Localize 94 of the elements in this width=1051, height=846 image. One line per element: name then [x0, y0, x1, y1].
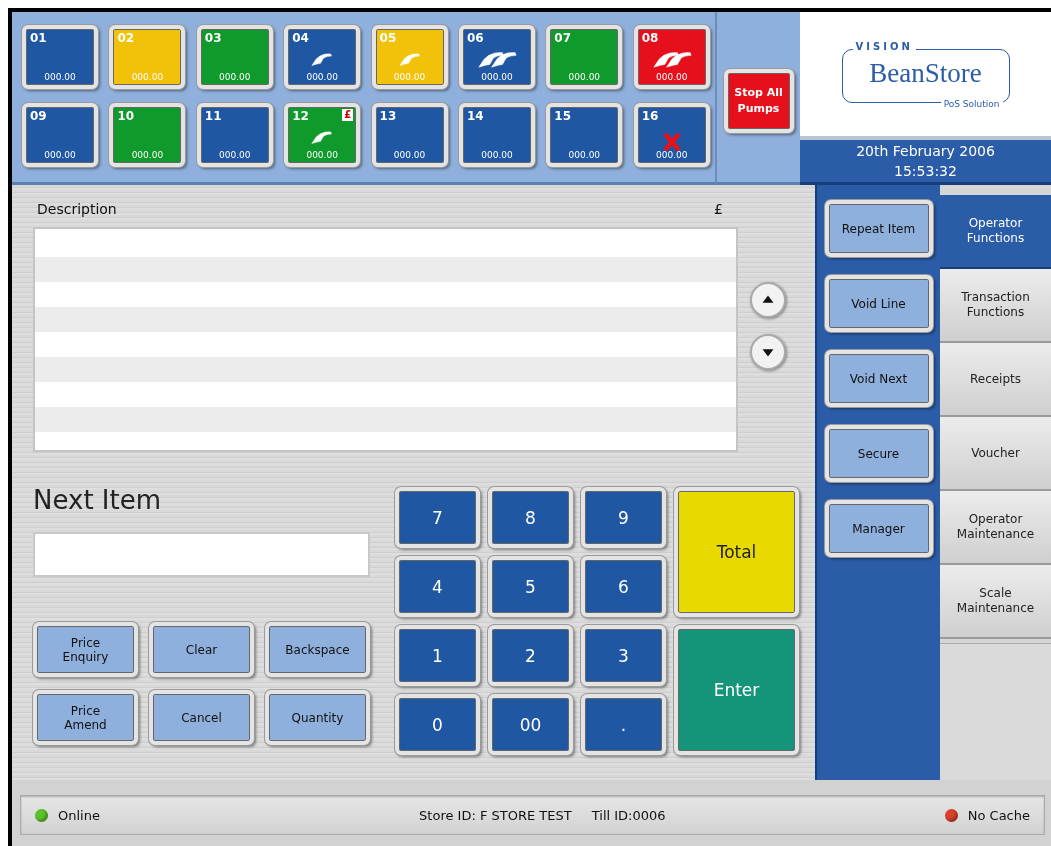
pump-number: 12 [292, 109, 309, 123]
pump-amount: 000.00 [131, 150, 164, 160]
tab[interactable]: Operator Functions [940, 195, 1051, 269]
pump-amount: 000.00 [481, 150, 513, 160]
keypad-key[interactable]: 00 [488, 694, 573, 755]
pump-number: 02 [117, 31, 135, 45]
column-header: Description [37, 201, 117, 217]
tab[interactable]: Voucher [940, 417, 1051, 491]
keypad-key[interactable]: 5 [488, 556, 573, 617]
keypad-key[interactable]: 1 [395, 625, 480, 686]
pound-badge: £ [342, 109, 354, 121]
store-id-text: Store ID: F STORE TEST [419, 807, 572, 823]
pump-number: 15 [554, 109, 572, 123]
pump-button[interactable]: 14 000.00 [458, 103, 535, 167]
pump-amount: 000.00 [393, 72, 426, 82]
status-text: No Cache [967, 807, 1030, 823]
pump-amount: 000.00 [306, 150, 338, 160]
pump-amount: 000.00 [44, 72, 76, 82]
pump-button[interactable]: 04 000.00 [284, 25, 361, 89]
stop-all-pumps-button[interactable]: Stop All Pumps [723, 69, 794, 133]
pump-button[interactable]: 13 000.00 [371, 103, 448, 167]
pump-number: 03 [204, 31, 222, 45]
pump-amount: 000.00 [44, 150, 76, 160]
enter-button[interactable]: Enter [674, 625, 799, 755]
pump-button[interactable]: 07 000.00 [546, 25, 623, 89]
keypad-key[interactable]: 8 [488, 487, 573, 548]
pump-button[interactable]: 01 000.00 [22, 25, 98, 89]
tab[interactable]: Scale Maintenance [940, 565, 1051, 639]
function-button[interactable]: Quantity [265, 690, 370, 745]
tab[interactable]: Receipts [940, 343, 1051, 417]
keypad-key[interactable]: 3 [581, 625, 666, 686]
side-button[interactable]: Secure [824, 425, 933, 482]
pump-number: 04 [292, 31, 309, 45]
pump-amount: 000.00 [656, 150, 688, 160]
pump-number: 10 [117, 109, 135, 123]
side-button[interactable]: Manager [824, 500, 933, 557]
logo-name: BeanStore [869, 57, 982, 89]
pump-button[interactable]: 06 000.00 [458, 25, 535, 89]
keypad-key[interactable]: 4 [395, 556, 480, 617]
tab[interactable]: Operator Maintenance [940, 491, 1051, 565]
pump-number: 16 [641, 109, 659, 123]
keypad-key[interactable]: 9 [581, 487, 666, 548]
function-button[interactable]: Price Amend [33, 690, 138, 745]
status-text: Online [58, 807, 100, 823]
column-header: £ [714, 201, 723, 217]
pump-number: 14 [466, 109, 484, 123]
pump-button[interactable]: 03 000.00 [196, 25, 273, 89]
pump-amount: 000.00 [656, 72, 688, 82]
keypad-key[interactable]: 6 [581, 556, 666, 617]
pump-button[interactable]: 12 000.00 £ [284, 103, 361, 167]
scroll-up-button[interactable] [750, 282, 786, 318]
logo-tagline: PoS Solution [940, 99, 1003, 109]
pump-number: 11 [204, 109, 222, 123]
function-button[interactable]: Cancel [149, 690, 254, 745]
pump-amount: 000.00 [568, 150, 601, 160]
function-button[interactable]: Price Enquiry [33, 622, 138, 677]
next-item-label: Next Item [33, 485, 163, 515]
pump-button[interactable]: 09 000.00 [22, 103, 98, 167]
till-id-text: Till ID:0006 [591, 807, 666, 823]
pump-number: 08 [641, 31, 659, 45]
date-text: 20th February 2006 [856, 142, 995, 161]
pump-number: 06 [466, 31, 484, 45]
pump-number: 01 [30, 31, 47, 45]
pump-amount: 000.00 [219, 72, 251, 82]
logo-text: VISION [852, 41, 916, 52]
pump-amount: 000.00 [306, 72, 338, 82]
keypad-key[interactable]: 0 [395, 694, 480, 755]
pump-amount: 000.00 [568, 72, 601, 82]
function-button[interactable]: Clear [149, 622, 254, 677]
pump-number: 13 [379, 109, 397, 123]
time-text: 15:53:32 [894, 162, 957, 181]
pump-amount: 000.00 [481, 72, 513, 82]
pump-number: 05 [379, 31, 397, 45]
pump-amount: 000.00 [393, 150, 426, 160]
pump-amount: 000.00 [131, 72, 164, 82]
pump-number: 07 [554, 31, 572, 45]
next-item-field[interactable] [33, 532, 370, 577]
keypad-key[interactable]: 2 [488, 625, 573, 686]
pump-button[interactable]: 15 000.00 [546, 103, 623, 167]
scroll-down-button[interactable] [750, 334, 786, 370]
pump-button[interactable]: 11 000.00 [196, 103, 273, 167]
pump-amount: 000.00 [219, 150, 251, 160]
pump-button[interactable]: 16 000.00 [633, 103, 710, 167]
keypad-key[interactable]: . [581, 694, 666, 755]
pump-button[interactable]: 10 000.00 [109, 103, 186, 167]
total-button[interactable]: Total [674, 487, 799, 617]
keypad-key[interactable]: 7 [395, 487, 480, 548]
pump-button[interactable]: 08 000.00 [633, 25, 710, 89]
tab[interactable]: Transaction Functions [940, 269, 1051, 343]
side-button[interactable]: Void Line [824, 275, 933, 332]
side-button[interactable]: Repeat Item [824, 200, 933, 257]
function-button[interactable]: Backspace [265, 622, 370, 677]
pump-number: 09 [30, 109, 47, 123]
side-button[interactable]: Void Next [824, 350, 933, 407]
